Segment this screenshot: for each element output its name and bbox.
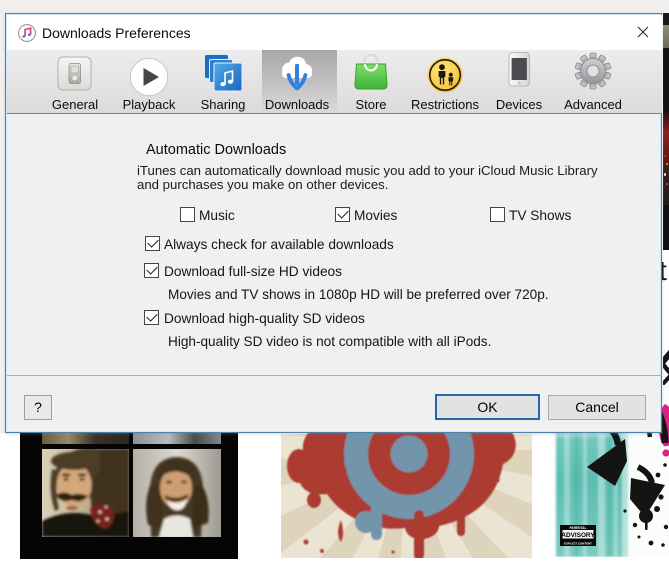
svg-text:ADVISORY: ADVISORY bbox=[561, 532, 595, 539]
svg-text:PARENTAL: PARENTAL bbox=[570, 526, 587, 530]
svg-text:EXPLICIT CONTENT: EXPLICIT CONTENT bbox=[564, 541, 592, 545]
